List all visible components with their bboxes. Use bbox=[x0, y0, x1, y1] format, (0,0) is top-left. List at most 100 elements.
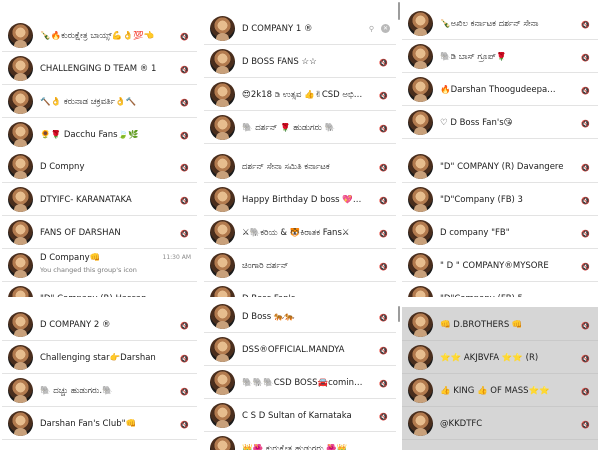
chat-row[interactable]: ⚔🐘ಕರಿಯ & 🐯ಕಿರಾತಕ Fans⚔ 🔇 bbox=[204, 216, 396, 249]
mute-icon: 🔇 bbox=[581, 322, 590, 330]
chat-row[interactable]: D Compny 🔇 bbox=[2, 150, 197, 183]
group-avatar[interactable] bbox=[8, 220, 33, 245]
mute-icon: 🔇 bbox=[581, 388, 590, 396]
mute-icon: 🔇 bbox=[581, 355, 590, 363]
group-avatar[interactable] bbox=[8, 56, 33, 81]
group-avatar[interactable] bbox=[8, 378, 33, 403]
chat-row[interactable]: 🐘ಡಿ ಬಾಸ್ ಗ್ರೂಪ್🌹 🔇 bbox=[402, 40, 598, 73]
chat-row[interactable]: D Company👊 You changed this group's icon 1… bbox=[2, 249, 197, 282]
chat-row[interactable]: D company "FB" 🔇 bbox=[402, 216, 598, 249]
chat-panel-bottom-left: D COMPANY 2 ® 🔇 Challenging star👉Darshan 🔇 🐘… bbox=[2, 307, 197, 450]
chat-row[interactable]: 🔨👌 ಕರುನಾಡ ಚಕ್ರವರ್ತಿ👌🔨 🔇 bbox=[2, 85, 197, 118]
scrollbar[interactable] bbox=[398, 306, 400, 322]
chat-row[interactable]: "D" COMPANY (R) Davangere 🔇 bbox=[402, 150, 598, 183]
chat-row[interactable]: " D " COMPANY®MYSORE 🔇 bbox=[402, 249, 598, 282]
chat-row[interactable]: 🐘 ದಚ್ಚು ಹುಡುಗರು.🐘 🔇 bbox=[2, 374, 197, 407]
group-avatar[interactable] bbox=[210, 286, 235, 297]
group-avatar[interactable] bbox=[210, 370, 235, 395]
group-avatar[interactable] bbox=[8, 286, 33, 297]
group-avatar[interactable] bbox=[210, 82, 235, 107]
group-avatar[interactable] bbox=[8, 253, 33, 278]
chat-row[interactable]: "D" Company (R) Hassan bbox=[2, 282, 197, 297]
chat-row[interactable]: 🐘🐘🐘CSD BOSS🚘comingsoon🐘🐘🐘... 🔇 bbox=[204, 366, 396, 399]
group-avatar[interactable] bbox=[210, 187, 235, 212]
chat-row[interactable]: 🐘 ದರ್ಶನ್ 🌹 ಹುಡುಗರು 🐘 🔇 bbox=[204, 111, 396, 144]
chat-row[interactable]: D COMPANY 2 ® 🔇 bbox=[2, 308, 197, 341]
chat-row[interactable]: "D"Company (FB) 5 bbox=[402, 282, 598, 297]
group-avatar[interactable] bbox=[408, 110, 433, 135]
chat-row[interactable]: Darshan Fan's Club"👊 🔇 bbox=[2, 407, 197, 440]
chat-row[interactable]: D Boss Fan's bbox=[204, 282, 396, 297]
group-avatar[interactable] bbox=[210, 403, 235, 428]
chat-name: 🐘 ದರ್ಶನ್ 🌹 ಹುಡುಗರು 🐘 bbox=[242, 122, 336, 133]
chat-row[interactable]: D Boss 🐅🐅 🔇 bbox=[204, 300, 396, 333]
chat-row[interactable]: D COMPANY 1 ® ⚲ ✕ bbox=[204, 12, 396, 45]
chat-row[interactable]: 👍 KING 👍 OF MASS⭐⭐ 🔇 bbox=[402, 374, 598, 407]
group-avatar[interactable] bbox=[408, 286, 433, 297]
chat-row[interactable]: C S D Sultan of Karnataka 🔇 bbox=[204, 399, 396, 432]
mute-icon: 🔇 bbox=[180, 33, 189, 41]
chat-name: 🍾🔥ಕುರುಕ್ಷೇತ್ರ ಬಾಯ್ಸ್💪👌💯👈 bbox=[40, 30, 155, 41]
chat-row[interactable]: CHALLENGING D TEAM ® 1 🔇 bbox=[2, 52, 197, 85]
group-avatar[interactable] bbox=[8, 154, 33, 179]
group-avatar[interactable] bbox=[408, 378, 433, 403]
chat-row[interactable]: 😍2k18 ಡಿ ಉತ್ಸವ 👍✌CSD ಅಭಿಮಾನಿಗ... 🔇 bbox=[204, 78, 396, 111]
chat-row[interactable]: Happy Birthday D boss 💖💖💖 🔇 bbox=[204, 183, 396, 216]
group-avatar[interactable] bbox=[8, 345, 33, 370]
chat-row[interactable]: ♡ D Boss Fan's😘 🔇 bbox=[402, 106, 598, 139]
group-avatar[interactable] bbox=[408, 77, 433, 102]
group-avatar[interactable] bbox=[210, 49, 235, 74]
chat-row[interactable]: Challenging star👉Darshan 🔇 bbox=[2, 341, 197, 374]
group-avatar[interactable] bbox=[210, 16, 235, 41]
group-avatar[interactable] bbox=[408, 411, 433, 436]
group-avatar[interactable] bbox=[8, 23, 33, 48]
chat-row[interactable]: "D"Company (FB) 3 🔇 bbox=[402, 183, 598, 216]
group-avatar[interactable] bbox=[408, 220, 433, 245]
group-avatar[interactable] bbox=[408, 44, 433, 69]
group-avatar[interactable] bbox=[8, 89, 33, 114]
group-avatar[interactable] bbox=[8, 187, 33, 212]
chat-row[interactable]: D BOSS FANS ☆☆ 🔇 bbox=[204, 45, 396, 78]
chat-panel-middle-middle: ದರ್ಶನ್ ಸೇನಾ ಸಮಿತಿ ಕರ್ನಾಟಕ 🔇 Happy Birthday… bbox=[204, 150, 396, 297]
chat-row[interactable]: FANS OF DARSHAN 🔇 bbox=[2, 216, 197, 249]
group-avatar[interactable] bbox=[408, 312, 433, 337]
chat-row[interactable]: 🌻🌹 Dacchu Fans🍃🌿 🔇 bbox=[2, 118, 197, 148]
group-avatar[interactable] bbox=[408, 11, 433, 36]
chat-row[interactable]: 🔥Darshan Thoogudeepa💥Fans 🔇 bbox=[402, 73, 598, 106]
chat-name: D BOSS FANS ☆☆ bbox=[242, 56, 317, 67]
chat-row[interactable]: 🍾🔥ಕುರುಕ್ಷೇತ್ರ ಬಾಯ್ಸ್💪👌💯👈 🔇 bbox=[2, 19, 197, 52]
group-avatar[interactable] bbox=[8, 312, 33, 337]
mute-icon: 🔇 bbox=[581, 87, 590, 95]
group-avatar[interactable] bbox=[210, 253, 235, 278]
group-avatar[interactable] bbox=[210, 154, 235, 179]
chat-row[interactable]: 👊 D.BROTHERS 👊 🔇 bbox=[402, 308, 598, 341]
close-icon[interactable]: ✕ bbox=[381, 24, 390, 33]
chat-row[interactable]: 👑🌺 ಕುರುಕ್ಷೇತ್ರ ಹುಡುಗರು 🌺👑 bbox=[204, 432, 396, 450]
chat-row[interactable]: 🍾ಅಖಿಲ ಕರ್ನಾಟಕ ದರ್ಶನ್ ಸೇನಾ 🔇 bbox=[402, 7, 598, 40]
group-avatar[interactable] bbox=[408, 253, 433, 278]
message-time: 11:30 AM bbox=[162, 254, 191, 261]
group-avatar[interactable] bbox=[8, 411, 33, 436]
group-avatar[interactable] bbox=[408, 345, 433, 370]
chat-row[interactable]: DSS®OFFICIAL.MANDYA 🔇 bbox=[204, 333, 396, 366]
group-avatar[interactable] bbox=[210, 304, 235, 329]
chat-row[interactable]: ದರ್ಶನ್ ಸೇನಾ ಸಮಿತಿ ಕರ್ನಾಟಕ 🔇 bbox=[204, 150, 396, 183]
chat-row[interactable]: ⭐⭐ AKJBVFA ⭐⭐ (R) 🔇 bbox=[402, 341, 598, 374]
chat-row[interactable]: ಚಿಂಗಾರಿ ದರ್ಶನ್ 🔇 bbox=[204, 249, 396, 282]
chat-name: @KKDTFC bbox=[440, 418, 483, 429]
group-avatar[interactable] bbox=[210, 337, 235, 362]
group-avatar[interactable] bbox=[210, 220, 235, 245]
mute-icon: 🔇 bbox=[379, 125, 388, 133]
chat-name: ದರ್ಶನ್ ಸೇನಾ ಸಮಿತಿ ಕರ್ನಾಟಕ bbox=[242, 161, 330, 172]
group-avatar[interactable] bbox=[210, 436, 235, 450]
chat-row[interactable]: @KKDTFC 🔇 bbox=[402, 407, 598, 440]
chat-panel-top-left: 🍾🔥ಕುರುಕ್ಷೇತ್ರ ಬಾಯ್ಸ್💪👌💯👈 🔇 CHALLENGING D T… bbox=[2, 0, 197, 148]
scrollbar[interactable] bbox=[398, 2, 400, 20]
mute-icon: 🔇 bbox=[581, 164, 590, 172]
group-avatar[interactable] bbox=[408, 187, 433, 212]
chat-panel-middle-left: D Compny 🔇 DTYIFC- KARANATAKA 🔇 FANS OF DARS… bbox=[2, 150, 197, 297]
group-avatar[interactable] bbox=[8, 122, 33, 147]
chat-row[interactable]: DTYIFC- KARANATAKA 🔇 bbox=[2, 183, 197, 216]
group-avatar[interactable] bbox=[408, 154, 433, 179]
group-avatar[interactable] bbox=[210, 115, 235, 140]
